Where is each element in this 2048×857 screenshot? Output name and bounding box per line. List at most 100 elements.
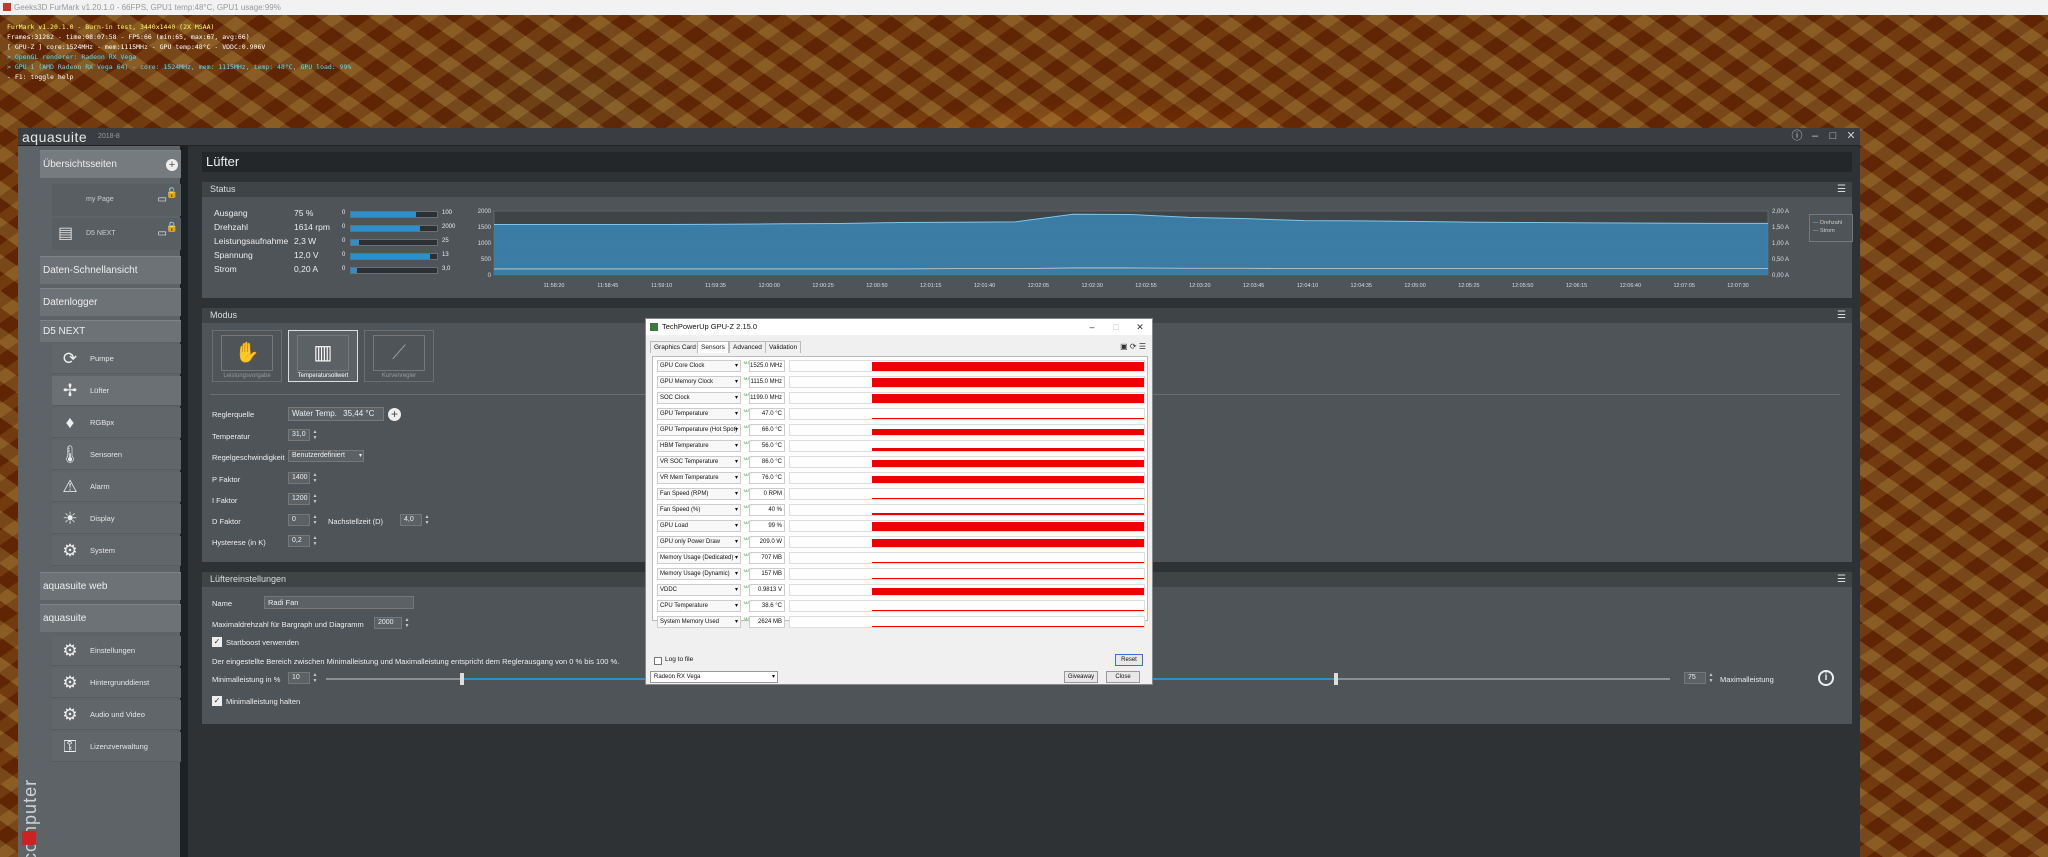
p-faktor-spinner[interactable]: 1400 ▲ ▼ [288, 472, 317, 484]
sidebar-item-rgbpx[interactable]: ♦ RGBpx [52, 408, 181, 438]
sensor-name-select[interactable]: VDDC [657, 584, 741, 596]
spinner-arrows-icon[interactable]: ▲ ▼ [310, 672, 320, 684]
temperatur-spinner[interactable]: 31,0 ▲ ▼ [288, 429, 317, 441]
sensor-name-select[interactable]: System Memory Used [657, 616, 741, 628]
spinner-arrows-icon[interactable]: ▲ ▼ [310, 429, 320, 441]
chevron-down-icon[interactable]: ▾ [359, 451, 362, 461]
hamburger-menu-icon[interactable]: ☰ [1837, 184, 1846, 195]
nachstellzeit-spinner[interactable]: 4,0 ▲ ▼ [400, 514, 429, 526]
tab-graphics-card[interactable]: Graphics Card [650, 341, 700, 353]
sidebar-item-audio-video[interactable]: ⚙ Audio und Video [52, 700, 181, 730]
chevron-down-icon[interactable]: ▾ [772, 672, 775, 682]
maximize-button[interactable]: □ [1826, 129, 1840, 143]
hamburger-menu-icon[interactable]: ☰ [1139, 342, 1146, 351]
sidebar-item-display[interactable]: ☀ Display [52, 504, 181, 534]
max-power-handle[interactable] [1334, 673, 1338, 685]
furmark-overlay: FurMark v1.20.1.0 - Burn-in test, 3440x1… [7, 22, 351, 82]
x-tick-label: 11:59:10 [651, 283, 672, 289]
sensor-name-select[interactable]: GPU Temperature [657, 408, 741, 420]
refresh-icon[interactable]: ⟳ [1130, 342, 1137, 351]
sensor-name-select[interactable]: HBM Temperature [657, 440, 741, 452]
min-power-handle[interactable] [460, 673, 465, 685]
sensor-name-select[interactable]: GPU Core Clock [657, 360, 741, 372]
gpu-select[interactable]: Radeon RX Vega ▾ [650, 671, 778, 683]
sensor-graph [789, 520, 1145, 532]
sensor-name-select[interactable]: Memory Usage (Dynamic) [657, 568, 741, 580]
lock-icon[interactable]: 🔒 [166, 212, 178, 244]
i-faktor-spinner[interactable]: 1200 ▲ ▼ [288, 493, 317, 505]
sensor-name-select[interactable]: GPU only Power Draw [657, 536, 741, 548]
mode-card-kurvenregler[interactable]: ⟋ Kurvenregler [364, 330, 434, 382]
tab-validation[interactable]: Validation [765, 341, 802, 353]
maximize-button[interactable]: □ [1104, 319, 1128, 335]
sidebar-item-system[interactable]: ⚙ System [52, 536, 181, 566]
sidebar-device-d5next[interactable]: D5 NEXT [40, 320, 181, 342]
sidebar-item-einstellungen[interactable]: ⚙ Einstellungen [52, 636, 181, 666]
sidebar-item-luefter[interactable]: ✢ Lüfter [52, 376, 181, 406]
sidebar-page-my-page[interactable]: my Page ▭ 🔓 [52, 184, 181, 216]
furmark-overlay-line: - F1: toggle help [7, 73, 74, 81]
sensor-name-select[interactable]: GPU Memory Clock [657, 376, 741, 388]
add-page-icon[interactable]: + [166, 159, 178, 171]
add-source-icon[interactable]: + [388, 408, 401, 421]
hold-min-checkbox[interactable]: ✓ [212, 696, 222, 706]
sidebar-item-pumpe[interactable]: ⟳ Pumpe [52, 344, 181, 374]
spinner-arrows-icon[interactable]: ▲ ▼ [310, 514, 320, 526]
hysterese-spinner[interactable]: 0,2 ▲ ▼ [288, 535, 317, 547]
spinner-arrows-icon[interactable]: ▲ ▼ [310, 535, 320, 547]
sensor-name-select[interactable]: Memory Usage (Dedicated) [657, 552, 741, 564]
reset-button[interactable]: Reset [1115, 654, 1143, 666]
sidebar-aquasuite[interactable]: aquasuite [40, 604, 181, 632]
minimize-button[interactable]: – [1808, 129, 1822, 143]
maxrpm-spinner[interactable]: 2000 ▲ ▼ [374, 617, 409, 629]
sensor-name-select[interactable]: GPU Load [657, 520, 741, 532]
info-icon[interactable]: ⓘ [1790, 129, 1804, 143]
sensor-name-select[interactable]: VR Mem Temperature [657, 472, 741, 484]
tab-advanced[interactable]: Advanced [729, 341, 766, 353]
sidebar-datalogger[interactable]: Datenlogger [40, 288, 181, 316]
sensor-name-select[interactable]: VR SOC Temperature [657, 456, 741, 468]
sidebar-aquasuite-web[interactable]: aquasuite web [40, 572, 181, 600]
regelgeschw-select[interactable]: Benutzerdefiniert ▾ [288, 450, 364, 462]
log-to-file-checkbox[interactable] [654, 657, 662, 665]
mode-card-temperatursollwert[interactable]: ▥ Temperatursollwert [288, 330, 358, 382]
d-faktor-spinner[interactable]: 0 ▲ ▼ [288, 514, 317, 526]
spinner-arrows-icon[interactable]: ▲ ▼ [310, 472, 320, 484]
sidebar-item-sensoren[interactable]: 🌡 Sensoren [52, 440, 181, 470]
reglerquelle-field[interactable]: Water Temp. 35,44 °C [288, 407, 384, 421]
info-icon[interactable]: i [1818, 670, 1834, 686]
startboost-checkbox[interactable]: ✓ [212, 637, 222, 647]
y-right-tick-label: 0,00 A [1772, 273, 1789, 279]
sensor-name-select[interactable]: Fan Speed (RPM) [657, 488, 741, 500]
x-tick-label: 12:07:30 [1727, 283, 1748, 289]
min-power-spinner[interactable]: 10 ▲ ▼ [288, 672, 317, 684]
hamburger-menu-icon[interactable]: ☰ [1837, 310, 1846, 321]
sidebar-item-alarm[interactable]: ⚠ Alarm [52, 472, 181, 502]
sidebar-item-lizenzverwaltung[interactable]: ⚿ Lizenzverwaltung [52, 732, 181, 762]
sidebar-overview[interactable]: Übersichtsseiten + [40, 150, 181, 178]
sensor-name-select[interactable]: CPU Temperature [657, 600, 741, 612]
fan-name-input[interactable] [264, 596, 414, 609]
spinner-arrows-icon[interactable]: ▲ ▼ [402, 617, 412, 629]
mode-card-leistungsvorgabe[interactable]: ✋ Leistungsvorgabe [212, 330, 282, 382]
max-power-spinner[interactable]: 75 ▲ ▼ [1684, 672, 1713, 684]
sensor-name-select[interactable]: Fan Speed (%) [657, 504, 741, 516]
sensor-name-select[interactable]: SOC Clock [657, 392, 741, 404]
lock-open-icon[interactable]: 🔓 [166, 178, 178, 210]
close-button[interactable]: ✕ [1128, 319, 1152, 335]
minimize-button[interactable]: – [1080, 319, 1104, 335]
hamburger-menu-icon[interactable]: ☰ [1837, 574, 1846, 585]
sidebar-item-hintergrunddienst[interactable]: ⚙ Hintergrunddienst [52, 668, 181, 698]
giveaway-button[interactable]: Giveaway [1064, 671, 1098, 683]
gpuz-close-button[interactable]: Close [1106, 671, 1140, 683]
spinner-arrows-icon[interactable]: ▲ ▼ [1706, 672, 1716, 684]
camera-icon[interactable]: ▣ [1120, 342, 1128, 351]
tab-sensors[interactable]: Sensors [697, 341, 729, 353]
sensor-name-select[interactable]: GPU Temperature (Hot Spot) [657, 424, 741, 436]
close-button[interactable]: ✕ [1844, 129, 1858, 143]
spinner-arrows-icon[interactable]: ▲ ▼ [422, 514, 432, 526]
sidebar-quickview[interactable]: Daten-Schnellansicht [40, 256, 181, 284]
spinner-arrows-icon[interactable]: ▲ ▼ [310, 493, 320, 505]
sidebar-page-d5next[interactable]: ▤ D5 NEXT ▭ 🔒 [52, 218, 181, 250]
x-tick-label: 12:02:55 [1135, 283, 1156, 289]
